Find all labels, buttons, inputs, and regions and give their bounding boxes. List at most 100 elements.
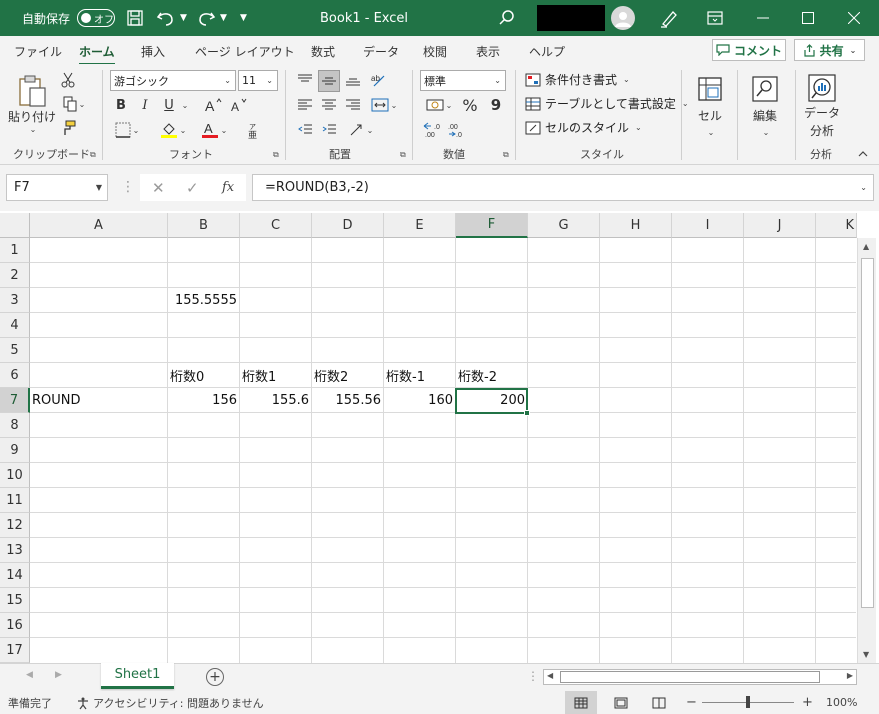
row-header-9[interactable]: 9 — [0, 438, 30, 463]
scroll-down-icon[interactable]: ▼ — [863, 650, 869, 659]
horizontal-scroll-thumb[interactable] — [560, 671, 820, 683]
page-layout-view-button[interactable] — [614, 691, 628, 714]
row-header-8[interactable]: 8 — [0, 413, 30, 438]
tab-home[interactable]: ホーム — [79, 43, 115, 66]
scroll-left-icon[interactable]: ◀ — [547, 671, 553, 680]
cell-b7[interactable]: 156 — [168, 388, 239, 413]
number-format-select[interactable]: 標準 ⌄ — [420, 70, 506, 91]
font-size-select[interactable]: 11 ⌄ — [238, 70, 278, 91]
search-button[interactable] — [498, 0, 516, 36]
column-header-k[interactable]: K — [816, 213, 857, 238]
pen-button[interactable] — [659, 0, 679, 36]
orientation-dropdown[interactable]: ⌄ — [343, 120, 379, 140]
row-header-7[interactable]: 7 — [0, 388, 30, 413]
share-button[interactable]: 共有 ⌄ — [794, 39, 865, 61]
add-sheet-button[interactable]: + — [206, 668, 224, 686]
dialog-launcher-icon[interactable]: ⧉ — [503, 150, 509, 160]
name-box[interactable]: F7 ▼ — [6, 174, 108, 201]
cell-e7[interactable]: 160 — [384, 388, 455, 413]
row-header-3[interactable]: 3 — [0, 288, 30, 313]
align-center-button[interactable] — [319, 95, 339, 115]
row-header-5[interactable]: 5 — [0, 338, 30, 363]
undo-dropdown[interactable]: ▼ — [180, 0, 187, 36]
tab-insert[interactable]: 挿入 — [141, 43, 165, 60]
tab-data[interactable]: データ — [363, 43, 399, 60]
page-break-view-button[interactable] — [652, 691, 666, 714]
row-header-6[interactable]: 6 — [0, 363, 30, 388]
close-button[interactable] — [848, 0, 860, 36]
column-header-i[interactable]: I — [672, 213, 744, 238]
increase-indent-button[interactable] — [319, 120, 339, 140]
cancel-icon[interactable]: ✕ — [152, 179, 165, 197]
expand-formula-bar-icon[interactable]: ⌄ — [860, 183, 867, 192]
cell-d6[interactable]: 桁数2 — [312, 363, 383, 388]
save-button[interactable] — [126, 0, 144, 36]
sheet-tab-sheet1[interactable]: Sheet1 — [101, 663, 174, 689]
row-header-16[interactable]: 16 — [0, 613, 30, 638]
zoom-slider-knob[interactable] — [746, 696, 750, 708]
fill-color-button[interactable]: ⌄ — [155, 120, 191, 140]
cell-f6[interactable]: 桁数-2 — [456, 363, 527, 388]
decrease-font-size-button[interactable]: A — [230, 95, 250, 115]
row-header-10[interactable]: 10 — [0, 463, 30, 488]
decrease-decimal-button[interactable]: .00.0 — [446, 120, 468, 140]
borders-button[interactable]: ⌄ — [110, 120, 144, 140]
customize-qat-button[interactable]: ▼ — [240, 0, 247, 36]
cell-a7[interactable]: ROUND — [30, 388, 167, 413]
row-header-4[interactable]: 4 — [0, 313, 30, 338]
maximize-button[interactable] — [802, 0, 814, 36]
row-header-17[interactable]: 17 — [0, 638, 30, 663]
copy-button[interactable]: ⌄ — [58, 95, 90, 113]
avatar[interactable] — [611, 6, 635, 30]
ribbon-display-options-button[interactable] — [707, 0, 723, 36]
phonetic-button[interactable]: ア亜 — [242, 120, 266, 140]
insert-function-icon[interactable]: fx — [222, 180, 234, 195]
dialog-launcher-icon[interactable]: ⧉ — [90, 150, 96, 160]
worksheet-grid[interactable]: A B C D E F G H I J K 1 2 3 4 5 6 7 8 9 … — [0, 211, 879, 663]
format-painter-button[interactable] — [58, 119, 78, 137]
vertical-scrollbar[interactable]: ▲ ▼ — [857, 238, 876, 663]
row-header-1[interactable]: 1 — [0, 238, 30, 263]
cell-e6[interactable]: 桁数-1 — [384, 363, 455, 388]
enter-icon[interactable]: ✓ — [186, 179, 199, 197]
select-all-button[interactable] — [0, 213, 30, 238]
zoom-in-button[interactable]: + — [802, 691, 813, 714]
row-header-12[interactable]: 12 — [0, 513, 30, 538]
underline-dropdown[interactable]: ⌄ — [178, 95, 190, 115]
cell-c6[interactable]: 桁数1 — [240, 363, 311, 388]
formula-input[interactable]: =ROUND(B3,-2) ⌄ — [252, 174, 874, 201]
vertical-scroll-thumb[interactable] — [861, 258, 874, 608]
align-bottom-button[interactable] — [343, 70, 363, 90]
comma-style-button[interactable]: 9 — [486, 95, 506, 115]
font-color-button[interactable]: A ⌄ — [196, 120, 232, 140]
orientation-button[interactable]: ab — [368, 70, 390, 90]
horizontal-scrollbar[interactable]: ◀ ▶ — [543, 669, 857, 685]
prev-sheet-icon[interactable]: ◀ — [26, 670, 33, 680]
tab-view[interactable]: 表示 — [476, 43, 500, 60]
collapse-ribbon-button[interactable] — [856, 148, 870, 160]
tab-file[interactable]: ファイル — [14, 43, 62, 60]
next-sheet-icon[interactable]: ▶ — [55, 670, 62, 680]
column-header-d[interactable]: D — [312, 213, 384, 238]
cell-styles-button[interactable]: セルのスタイル ⌄ — [525, 119, 642, 136]
undo-button[interactable] — [156, 0, 176, 36]
format-as-table-button[interactable]: テーブルとして書式設定 ⌄ — [525, 95, 689, 112]
redo-button[interactable] — [196, 0, 216, 36]
column-header-g[interactable]: G — [528, 213, 600, 238]
zoom-level[interactable]: 100% — [826, 691, 857, 714]
column-header-f[interactable]: F — [456, 213, 528, 238]
increase-decimal-button[interactable]: .00.0 — [422, 120, 444, 140]
formula-bar-splitter-icon[interactable]: ⋮ — [121, 179, 135, 195]
cut-button[interactable] — [58, 71, 78, 89]
scroll-right-icon[interactable]: ▶ — [847, 671, 853, 680]
comment-button[interactable]: コメント — [712, 39, 786, 61]
tab-splitter-icon[interactable]: ⋮ — [527, 669, 539, 683]
increase-font-size-button[interactable]: A — [204, 95, 224, 115]
scroll-up-icon[interactable]: ▲ — [863, 242, 869, 251]
underline-button[interactable]: U — [161, 95, 177, 115]
conditional-formatting-button[interactable]: 条件付き書式 ⌄ — [525, 71, 630, 88]
fill-handle[interactable] — [524, 410, 530, 416]
row-header-14[interactable]: 14 — [0, 563, 30, 588]
column-header-c[interactable]: C — [240, 213, 312, 238]
autosave-toggle[interactable]: オフ — [77, 9, 115, 27]
